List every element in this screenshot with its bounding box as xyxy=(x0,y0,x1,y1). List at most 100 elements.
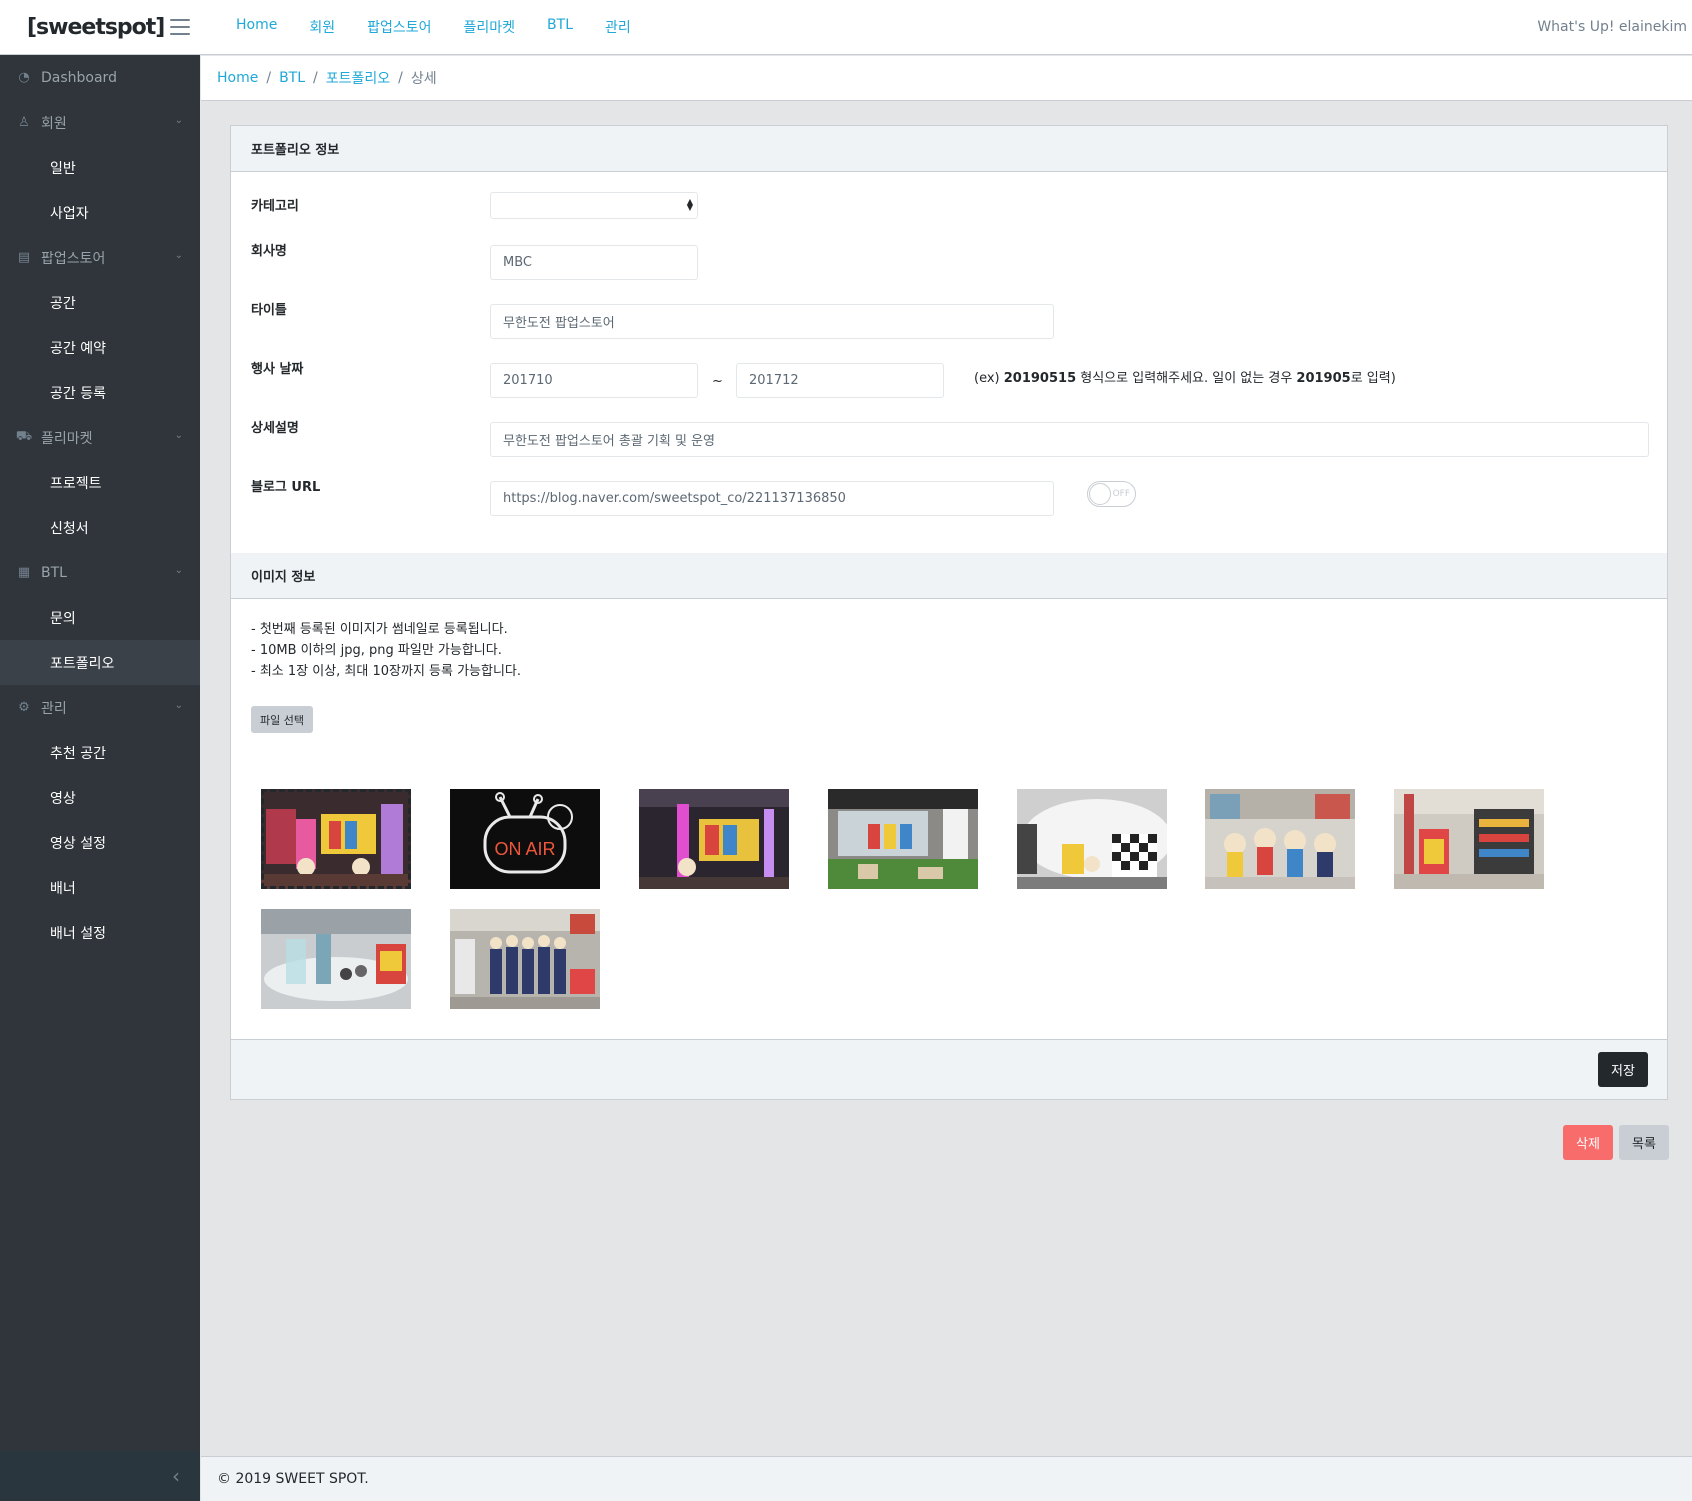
speedometer-icon: ◔ xyxy=(18,70,30,85)
breadcrumb-btl[interactable]: BTL xyxy=(279,70,305,86)
thumbnail-6[interactable] xyxy=(1205,789,1355,889)
category-select[interactable]: ▲ ▼ xyxy=(490,192,698,219)
sidebar-item-label: 추천 공간 xyxy=(50,745,106,762)
breadcrumb-separator: / xyxy=(266,70,272,86)
description-input[interactable]: 무한도전 팝업스토어 총괄 기획 및 운영 xyxy=(490,422,1649,457)
sidebar-item-5[interactable]: 공간 xyxy=(0,280,200,325)
thumbnail-1[interactable] xyxy=(261,789,411,889)
sidebar-minimizer-chevron-icon[interactable]: ‹ xyxy=(0,1451,200,1501)
nav-btl[interactable]: BTL xyxy=(547,17,573,37)
thumbnail-7[interactable] xyxy=(1394,789,1544,889)
image-info-header: 이미지 정보 xyxy=(231,553,1667,599)
thumbnail-2-image: ON AIR xyxy=(450,789,600,889)
sidebar-item-label: 배너 xyxy=(50,880,76,897)
hint-text: 로 입력) xyxy=(1350,371,1396,386)
sidebar-item-0[interactable]: ◔ Dashboard xyxy=(0,55,200,100)
breadcrumb-home[interactable]: Home xyxy=(217,70,258,86)
toggle-state-text: OFF xyxy=(1112,489,1130,499)
sidebar-item-9[interactable]: 프로젝트 xyxy=(0,460,200,505)
sidebar-item-13[interactable]: 포트폴리오 xyxy=(0,640,200,685)
sidebar-item-4[interactable]: ▤ 팝업스토어 ⌄ xyxy=(0,235,200,280)
note-line: - 10MB 이하의 jpg, png 파일만 가능합니다. xyxy=(251,643,502,658)
thumbnail-3[interactable] xyxy=(639,789,789,889)
thumbnail-9[interactable] xyxy=(450,909,600,1009)
description-label: 상세설명 xyxy=(251,421,299,436)
date-range-tilde: ~ xyxy=(712,374,723,389)
sidebar-item-16[interactable]: 영상 xyxy=(0,775,200,820)
sidebar-item-label: 공간 등록 xyxy=(50,385,106,402)
sidebar-item-1[interactable]: ♙ 회원 ⌄ xyxy=(0,100,200,145)
grid-icon: ▦ xyxy=(17,565,31,580)
breadcrumb-portfolio[interactable]: 포트폴리오 xyxy=(326,68,390,88)
sidebar-item-label: 포트폴리오 xyxy=(50,655,115,672)
sidebar-item-7[interactable]: 공간 등록 xyxy=(0,370,200,415)
nav-members[interactable]: 회원 xyxy=(309,17,335,37)
sidebar-item-19[interactable]: 배너 설정 xyxy=(0,910,200,955)
sidebar-item-10[interactable]: 신청서 xyxy=(0,505,200,550)
title-input[interactable]: 무한도전 팝업스토어 xyxy=(490,304,1054,339)
sidebar-item-3[interactable]: 사업자 xyxy=(0,190,200,235)
delete-button[interactable]: 삭제 xyxy=(1563,1125,1613,1160)
chevron-down-icon: ⌄ xyxy=(174,700,183,711)
select-arrows-icon: ▲ ▼ xyxy=(686,197,693,212)
app-header: [sweetspot] Home 회원 팝업스토어 플리마켓 BTL 관리 Wh… xyxy=(0,0,1692,55)
nav-admin[interactable]: 관리 xyxy=(605,17,631,37)
thumbnail-8[interactable] xyxy=(261,909,411,1009)
save-button[interactable]: 저장 xyxy=(1598,1052,1648,1087)
blog-visibility-toggle[interactable]: OFF xyxy=(1087,481,1136,507)
nav-flea-market[interactable]: 플리마켓 xyxy=(464,17,516,37)
building-icon: ▤ xyxy=(17,250,31,265)
sidebar-item-label: 팝업스토어 xyxy=(41,250,106,267)
nav-popup-store[interactable]: 팝업스토어 xyxy=(367,17,431,37)
sidebar-item-label: 플리마켓 xyxy=(41,430,93,447)
date-end-input[interactable]: 201712 xyxy=(736,363,944,398)
sidebar-item-label: 영상 설정 xyxy=(50,835,106,852)
thumbnail-6-image xyxy=(1205,789,1355,889)
company-label: 회사명 xyxy=(251,244,287,259)
note-line: - 최소 1장 이상, 최대 10장까지 등록 가능합니다. xyxy=(251,664,522,679)
sidebar-item-15[interactable]: 추천 공간 xyxy=(0,730,200,775)
hint-example-full: 20190515 xyxy=(1003,371,1077,386)
file-select-button[interactable]: 파일 선택 xyxy=(251,706,313,733)
gear-icon: ⚙ xyxy=(18,700,30,715)
chevron-down-icon: ⌄ xyxy=(174,430,183,441)
event-date-label: 행사 날짜 xyxy=(251,362,304,377)
hint-text: (ex) xyxy=(974,371,1004,386)
sidebar-item-2[interactable]: 일반 xyxy=(0,145,200,190)
sidebar-item-11[interactable]: ▦ BTL ⌄ xyxy=(0,550,200,595)
thumbnail-5[interactable] xyxy=(1017,789,1167,889)
breadcrumb-current: 상세 xyxy=(410,71,437,87)
hint-text: 형식으로 입력해주세요. 일이 없는 경우 xyxy=(1076,371,1297,386)
top-nav: Home 회원 팝업스토어 플리마켓 BTL 관리 xyxy=(220,17,647,37)
thumbnail-7-image xyxy=(1394,789,1544,889)
thumbnail-4-image xyxy=(828,789,978,889)
title-label: 타이틀 xyxy=(251,303,287,318)
image-upload-notes: - 첫번째 등록된 이미지가 썸네일로 등록됩니다. - 10MB 이하의 jp… xyxy=(251,619,521,682)
date-start-input[interactable]: 201710 xyxy=(490,363,698,398)
chevron-down-icon: ⌄ xyxy=(174,250,183,261)
user-greeting[interactable]: What's Up! elainekim xyxy=(1537,19,1687,35)
list-button[interactable]: 목록 xyxy=(1619,1125,1669,1160)
sidebar-item-6[interactable]: 공간 예약 xyxy=(0,325,200,370)
thumbnail-8-image xyxy=(261,909,411,1009)
sidebar-item-14[interactable]: ⚙ 관리 ⌄ xyxy=(0,685,200,730)
sidebar-item-18[interactable]: 배너 xyxy=(0,865,200,910)
sidebar-item-12[interactable]: 문의 xyxy=(0,595,200,640)
breadcrumb: Home / BTL / 포트폴리오 / 상세 xyxy=(201,56,1692,101)
breadcrumb-separator: / xyxy=(313,70,318,86)
thumbnail-2[interactable]: ON AIR xyxy=(450,789,600,889)
app-footer: © 2019 SWEET SPOT. xyxy=(201,1456,1692,1501)
sidebar-item-17[interactable]: 영상 설정 xyxy=(0,820,200,865)
sidebar-item-8[interactable]: ⛟ 플리마켓 ⌄ xyxy=(0,415,200,460)
blog-url-input[interactable]: https://blog.naver.com/sweetspot_co/2211… xyxy=(490,481,1054,516)
thumbnail-4[interactable] xyxy=(828,789,978,889)
nav-home[interactable]: Home xyxy=(236,17,277,37)
sidebar-item-label: 공간 xyxy=(50,295,76,312)
thumbnail-1-image xyxy=(261,789,411,889)
company-input[interactable]: MBC xyxy=(490,245,698,280)
sidebar-item-label: 배너 설정 xyxy=(50,925,106,942)
sidebar-item-label: 문의 xyxy=(50,610,76,627)
chevron-down-icon: ⌄ xyxy=(174,115,183,126)
hamburger-icon[interactable] xyxy=(170,19,190,35)
note-line: - 첫번째 등록된 이미지가 썸네일로 등록됩니다. xyxy=(251,622,508,637)
